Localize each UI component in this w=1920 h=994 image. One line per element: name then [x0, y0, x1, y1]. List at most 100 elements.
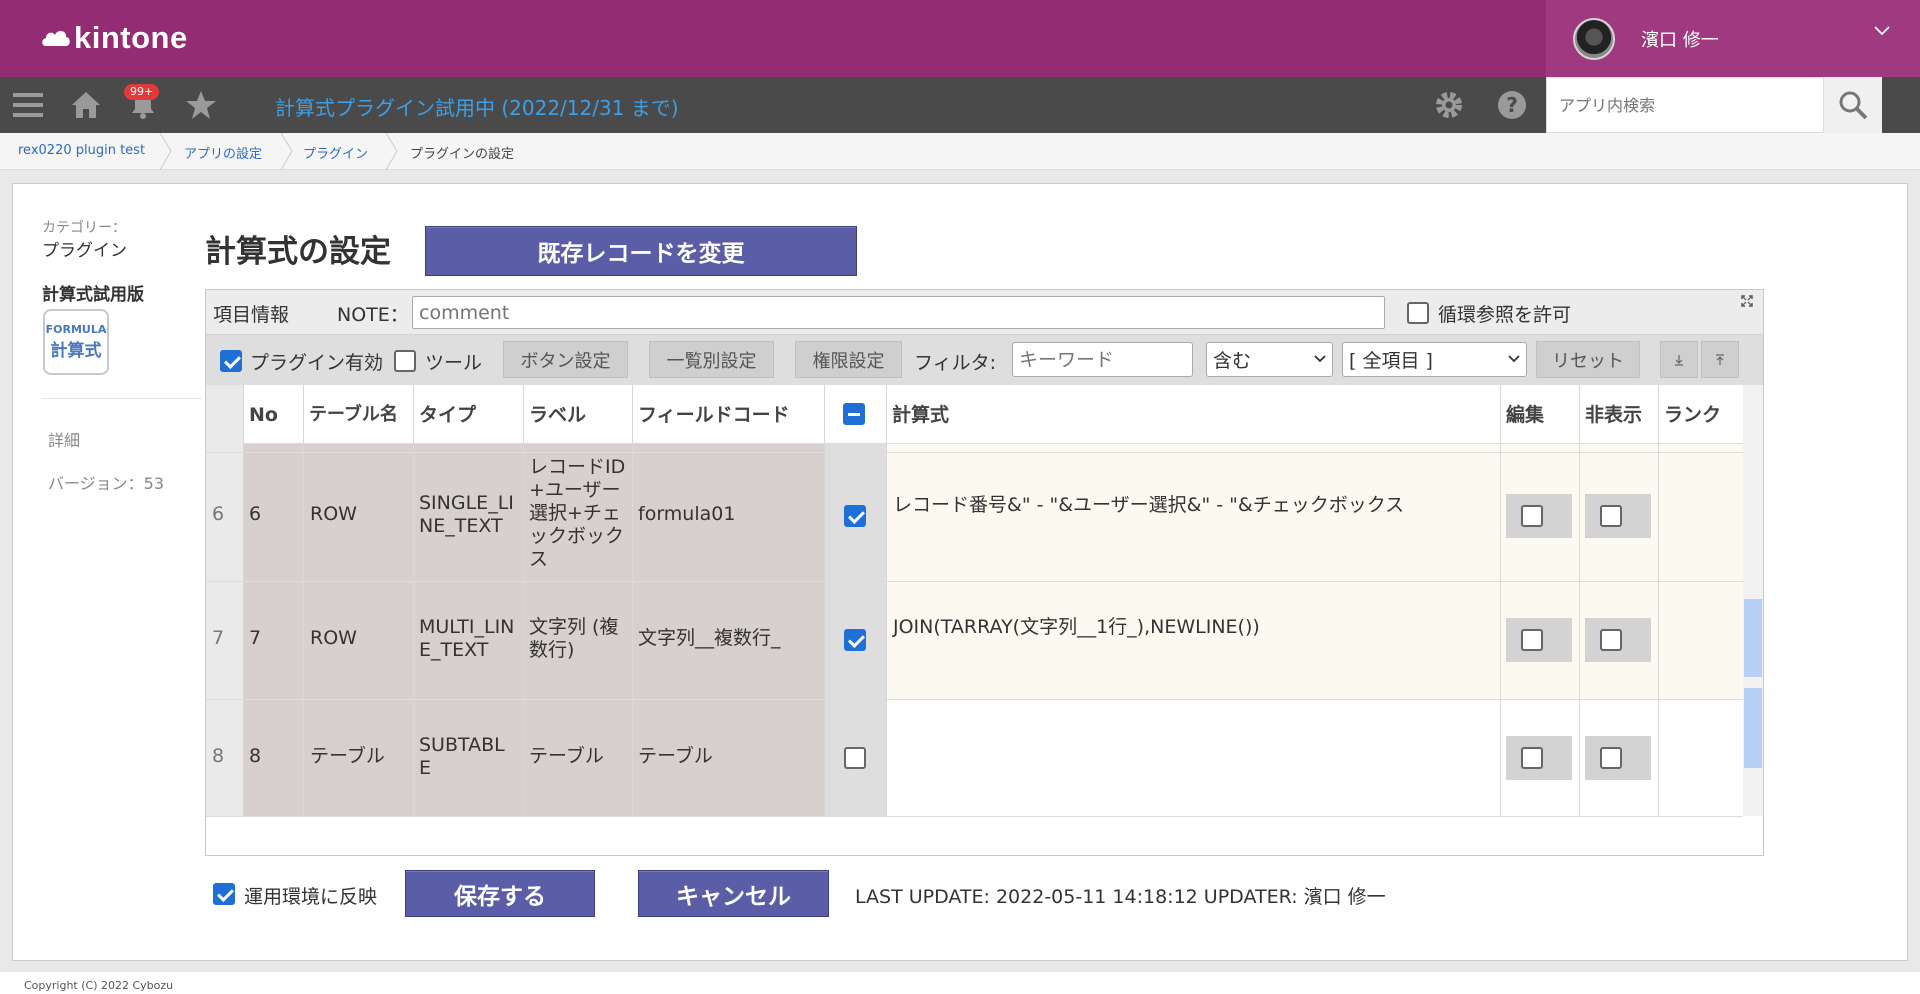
search-button[interactable]: [1824, 77, 1882, 133]
hidden-checkbox[interactable]: [1600, 747, 1622, 769]
reset-button[interactable]: リセット: [1536, 341, 1640, 378]
edit-checkbox[interactable]: [1521, 629, 1543, 651]
menu-icon[interactable]: [10, 87, 46, 123]
cell-formula[interactable]: レコード番号&" - "&ユーザー選択&" - "&チェックボックス: [893, 494, 1404, 517]
home-icon[interactable]: [68, 87, 104, 123]
trial-notice[interactable]: 計算式プラグイン試用中 (2022/12/31 まで): [275, 92, 679, 121]
col-divider: [523, 385, 524, 816]
cell-label: テーブル: [529, 745, 604, 767]
move-bottom-button[interactable]: [1660, 341, 1698, 378]
col-divider: [1579, 385, 1580, 816]
cell-type: MULTI_LINE_TEXT: [419, 616, 515, 661]
scrollbar-thumb[interactable]: [1744, 688, 1762, 768]
cell-formula[interactable]: JOIN(TARRAY(文字列__1行_),NEWLINE()): [893, 616, 1260, 639]
kintone-logo[interactable]: kintone: [40, 20, 188, 56]
edit-checkbox[interactable]: [1521, 505, 1543, 527]
edit-checkbox[interactable]: [1521, 747, 1543, 769]
change-existing-records-button[interactable]: 既存レコードを変更: [425, 226, 857, 276]
row-enabled-checkbox[interactable]: [844, 505, 866, 527]
cell-no: 8: [249, 745, 262, 767]
keyword-input[interactable]: [1012, 342, 1193, 377]
reflect-production-checkbox[interactable]: [213, 883, 235, 905]
plugin-formula-icon: FORMULA 計算式: [43, 309, 109, 375]
scrollbar-thumb[interactable]: [1744, 599, 1762, 677]
row-divider: [206, 581, 1743, 582]
col-divider: [303, 385, 304, 816]
field-select-value: [ 全項目 ]: [1349, 350, 1433, 372]
breadcrumb-app-settings[interactable]: アプリの設定: [184, 143, 262, 162]
row-number: 7: [212, 627, 225, 649]
gear-icon[interactable]: [1431, 87, 1467, 123]
header-type: タイプ: [419, 403, 477, 426]
copyright: Copyright (C) 2022 Cybozu: [24, 979, 174, 992]
chevron-down-icon: [1874, 26, 1890, 36]
select-all-checkbox[interactable]: [843, 403, 865, 425]
row-divider: [206, 816, 1743, 817]
expand-icon[interactable]: [1741, 295, 1753, 307]
col-divider: [1658, 385, 1659, 816]
chevron-down-icon: [1314, 355, 1326, 363]
field-info-label: 項目情報: [213, 304, 290, 326]
col-divider: [886, 385, 887, 816]
cell-label: レコードID+ユーザー選択+チェックボックス: [529, 456, 626, 570]
note-label: NOTE：: [337, 304, 409, 326]
plugin-icon-line1: FORMULA: [45, 323, 107, 336]
field-select[interactable]: [ 全項目 ]: [1342, 342, 1527, 377]
category-value: プラグイン: [42, 241, 127, 261]
header-rank: ランク: [1664, 403, 1722, 426]
plugin-name: 計算式試用版: [42, 285, 144, 305]
app-search-input[interactable]: [1546, 77, 1824, 133]
header-table-name: テーブル名: [309, 403, 398, 425]
header-edit: 編集: [1506, 403, 1545, 426]
plugin-enabled-checkbox[interactable]: [220, 350, 242, 372]
match-select[interactable]: 含む: [1206, 342, 1333, 377]
sidebar-divider: [42, 398, 202, 399]
detail-link[interactable]: 詳細: [48, 427, 80, 451]
note-input[interactable]: [412, 296, 1385, 329]
hidden-checkbox[interactable]: [1600, 629, 1622, 651]
cell-no: 6: [249, 503, 262, 525]
breadcrumb-separator-icon: [159, 133, 172, 170]
match-select-value: 含む: [1213, 350, 1252, 372]
row-enabled-checkbox[interactable]: [844, 747, 866, 769]
button-settings-button[interactable]: ボタン設定: [503, 341, 628, 378]
breadcrumb-app[interactable]: rex0220 plugin test: [18, 143, 145, 158]
cell-field-code: テーブル: [638, 745, 713, 767]
col-divider: [243, 385, 244, 816]
permission-settings-button[interactable]: 権限設定: [795, 341, 902, 378]
cell-type: SUBTABLE: [419, 734, 505, 779]
circular-ref-checkbox[interactable]: [1407, 302, 1429, 324]
user-menu[interactable]: 濱口 修一: [1546, 0, 1920, 77]
breadcrumb-separator-icon: [280, 133, 293, 170]
tools-checkbox[interactable]: [394, 350, 416, 372]
footer: [0, 972, 1920, 994]
plugin-enabled-label: プラグイン有効: [250, 352, 384, 374]
cell-label: 文字列 (複数行): [529, 616, 619, 661]
row-enabled-checkbox[interactable]: [844, 629, 866, 651]
breadcrumb-separator-icon: [385, 133, 398, 170]
col-divider: [632, 385, 633, 816]
col-divider: [413, 385, 414, 816]
list-settings-button[interactable]: 一覧別設定: [649, 341, 774, 378]
save-button[interactable]: 保存する: [405, 870, 595, 917]
user-name: 濱口 修一: [1641, 29, 1719, 51]
avatar: [1573, 17, 1615, 60]
cancel-button[interactable]: キャンセル: [638, 870, 829, 917]
breadcrumb-plugin-settings: プラグインの設定: [410, 147, 515, 162]
help-icon[interactable]: ?: [1494, 87, 1530, 123]
search-icon: [1839, 91, 1868, 120]
col-divider: [1500, 385, 1501, 816]
move-top-button[interactable]: [1701, 341, 1739, 378]
svg-text:?: ?: [1506, 93, 1518, 117]
header-label: ラベル: [529, 403, 587, 426]
hidden-checkbox[interactable]: [1600, 505, 1622, 527]
table-scrollbar[interactable]: [1743, 385, 1763, 816]
star-icon[interactable]: [183, 87, 219, 123]
breadcrumb: rex0220 plugin test アプリの設定 プラグイン プラグインの設…: [0, 133, 1920, 170]
move-to-bottom-icon: [1675, 354, 1683, 366]
category-label: カテゴリー：: [42, 220, 126, 236]
breadcrumb-plugins[interactable]: プラグイン: [303, 143, 368, 162]
move-to-top-icon: [1716, 353, 1724, 365]
filter-label: フィルタ:: [914, 352, 997, 374]
header-field-code: フィールドコード: [638, 403, 790, 426]
